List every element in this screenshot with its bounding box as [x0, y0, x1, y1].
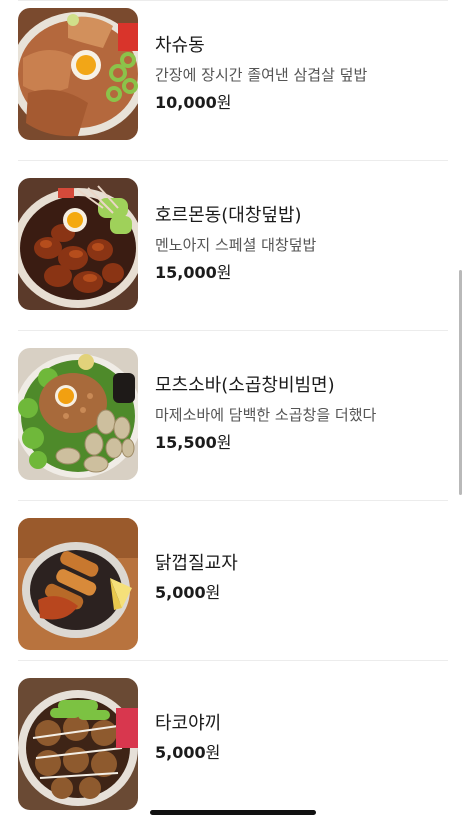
home-indicator[interactable] [150, 810, 316, 815]
menu-list: 차슈동 간장에 장시간 졸여낸 삼겹살 덮밥 10,000원 호르몬동(대창덮밥… [0, 0, 466, 825]
menu-item-info: 호르몬동(대창덮밥) 멘노아지 스페셜 대창덮밥 15,000원 [155, 204, 448, 284]
price-currency: 원 [216, 93, 232, 112]
menu-item-name: 타코야끼 [155, 713, 222, 734]
menu-item-price: 10,000원 [155, 92, 448, 114]
menu-item[interactable]: 닭껍질교자 5,000원 [18, 500, 448, 661]
menu-item-description: 간장에 장시간 졸여낸 삼겹살 덮밥 [155, 66, 368, 84]
menu-item-info: 모츠소바(소곱창비빔면) 마제소바에 담백한 소곱창을 더했다 15,500원 [155, 374, 448, 454]
price-currency: 원 [216, 433, 232, 452]
menu-item-price: 5,000원 [155, 582, 448, 604]
menu-item-name: 모츠소바(소곱창비빔면) [155, 375, 335, 396]
menu-item-image [18, 678, 138, 810]
price-currency: 원 [216, 263, 232, 282]
menu-item-description: 멘노아지 스페셜 대창덮밥 [155, 236, 317, 254]
menu-item-description: 마제소바에 담백한 소곱창을 더했다 [155, 406, 377, 424]
price-currency: 원 [205, 743, 221, 762]
price-value: 5,000 [155, 743, 206, 762]
menu-item-name: 닭껍질교자 [155, 553, 238, 574]
menu-item-price: 5,000원 [155, 742, 448, 764]
scrollbar[interactable] [459, 270, 462, 495]
menu-item[interactable]: 호르몬동(대창덮밥) 멘노아지 스페셜 대창덮밥 15,000원 [18, 170, 448, 331]
menu-item[interactable]: 타코야끼 5,000원 [18, 660, 448, 820]
menu-item[interactable]: 차슈동 간장에 장시간 졸여낸 삼겹살 덮밥 10,000원 [18, 0, 448, 161]
price-value: 15,500 [155, 433, 217, 452]
menu-item[interactable]: 모츠소바(소곱창비빔면) 마제소바에 담백한 소곱창을 더했다 15,500원 [18, 340, 448, 501]
menu-item-price: 15,500원 [155, 432, 448, 454]
menu-item-image [18, 178, 138, 310]
menu-item-price: 15,000원 [155, 262, 448, 284]
menu-item-info: 차슈동 간장에 장시간 졸여낸 삼겹살 덮밥 10,000원 [155, 34, 448, 114]
menu-item-name: 차슈동 [155, 35, 205, 56]
menu-item-image [18, 8, 138, 140]
menu-item-image [18, 518, 138, 650]
menu-item-info: 타코야끼 5,000원 [155, 712, 448, 764]
menu-item-image [18, 348, 138, 480]
menu-item-info: 닭껍질교자 5,000원 [155, 552, 448, 604]
price-currency: 원 [205, 583, 221, 602]
price-value: 5,000 [155, 583, 206, 602]
price-value: 10,000 [155, 93, 217, 112]
price-value: 15,000 [155, 263, 217, 282]
menu-item-name: 호르몬동(대창덮밥) [155, 205, 302, 226]
